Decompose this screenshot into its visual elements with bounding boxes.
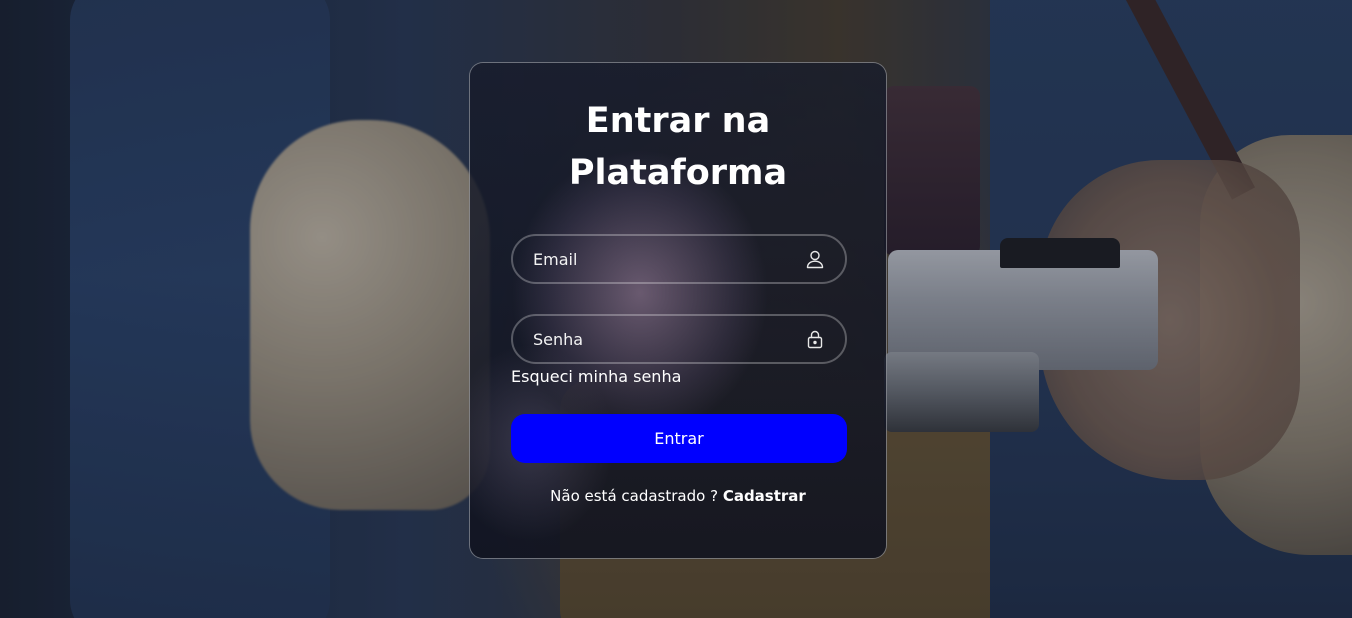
- password-input[interactable]: [513, 316, 845, 362]
- forgot-password-link[interactable]: Esqueci minha senha: [511, 367, 681, 386]
- register-link[interactable]: Cadastrar: [723, 487, 806, 505]
- email-input[interactable]: [513, 236, 845, 282]
- card-content: Entrar na Plataforma Esqueci: [470, 63, 886, 558]
- title-line-2: Plataforma: [568, 153, 788, 193]
- lock-icon: [805, 329, 825, 349]
- email-field: [511, 234, 847, 284]
- password-field: [511, 314, 847, 364]
- title-line-1: Entrar na: [585, 101, 771, 141]
- register-prompt-text: Não está cadastrado ?: [550, 487, 723, 505]
- login-card: Entrar na Plataforma Esqueci: [469, 62, 887, 559]
- login-button[interactable]: Entrar: [511, 414, 847, 463]
- page-title: Entrar na Plataforma: [470, 95, 886, 199]
- register-prompt: Não está cadastrado ? Cadastrar: [470, 487, 886, 505]
- user-icon: [805, 249, 825, 269]
